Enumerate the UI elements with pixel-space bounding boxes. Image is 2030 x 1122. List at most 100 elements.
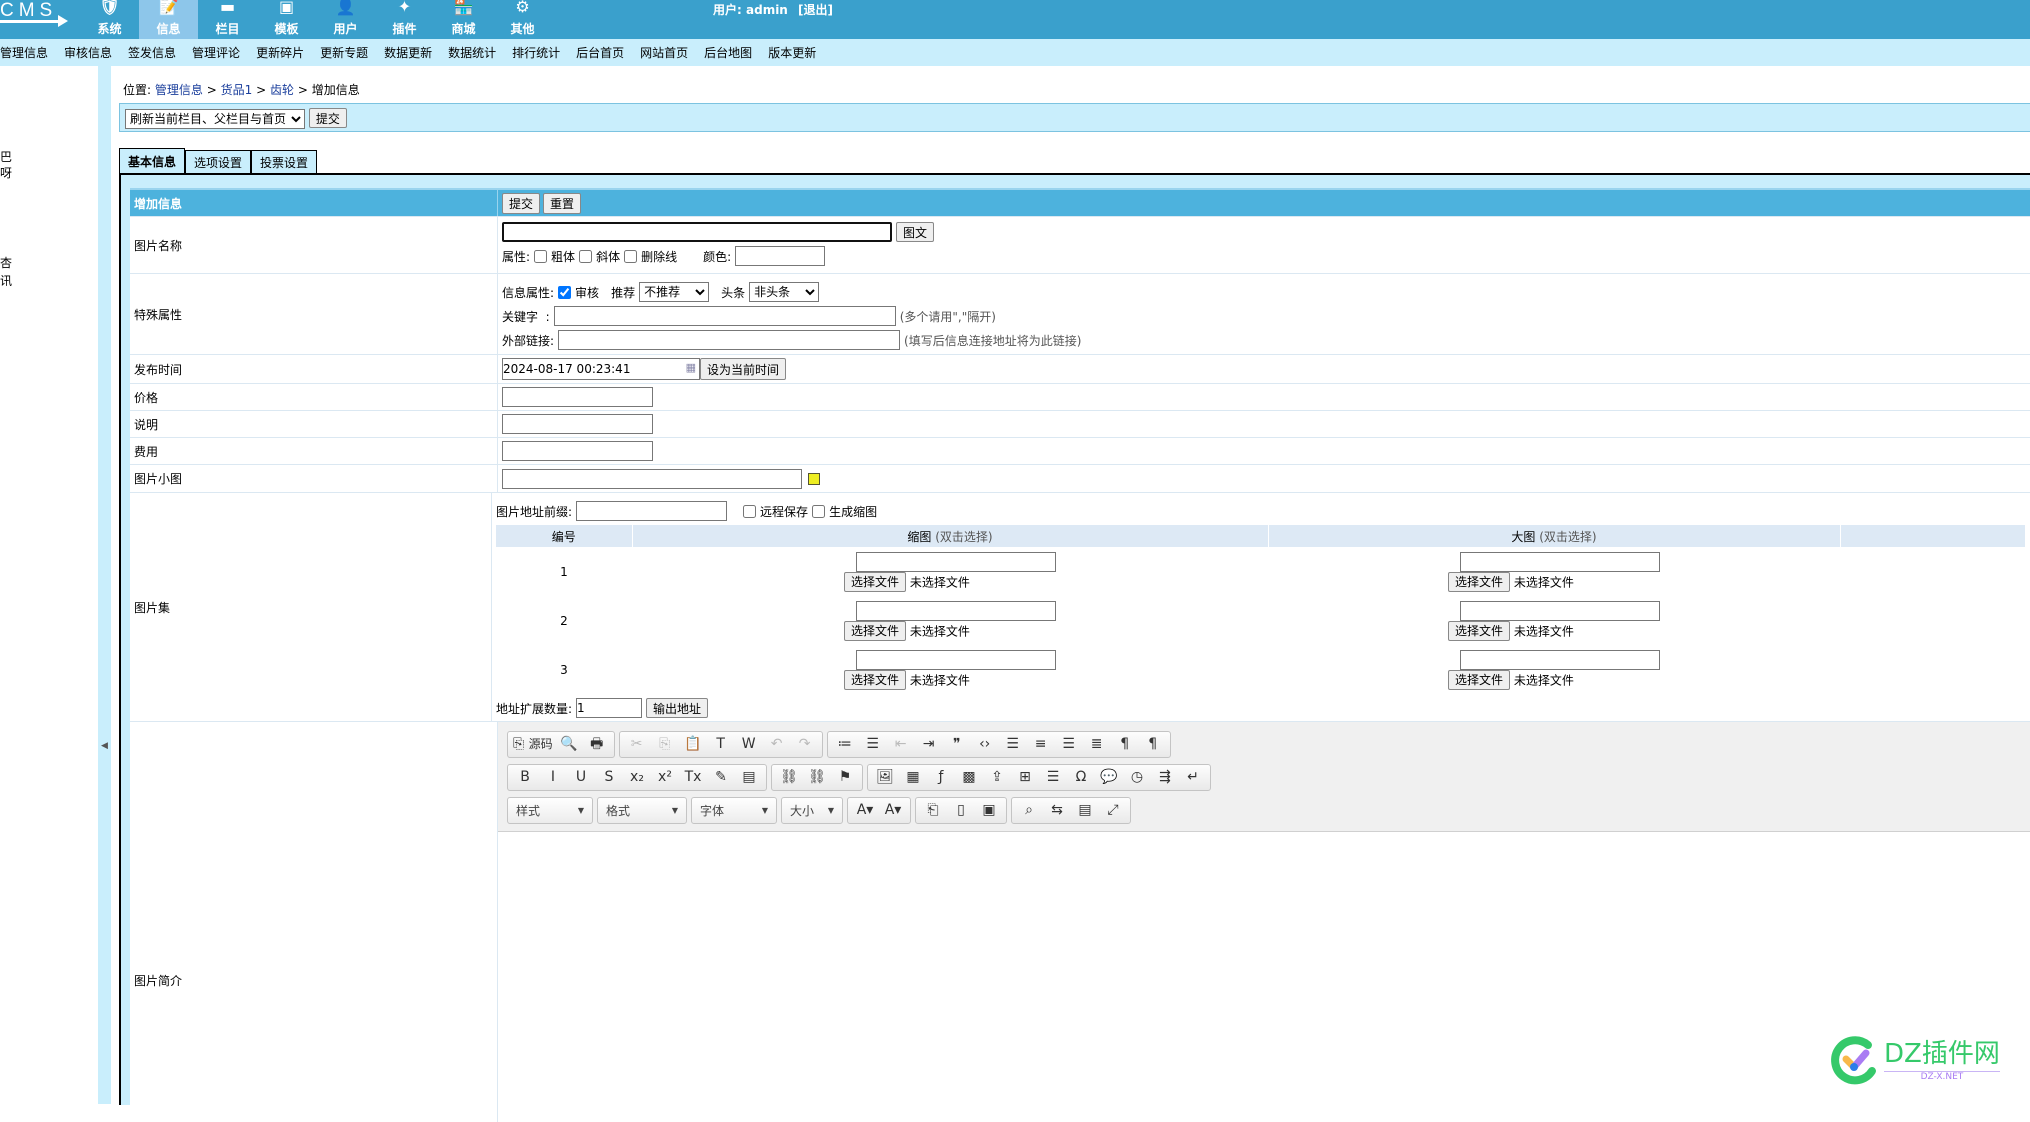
italic-button[interactable]: I <box>539 765 567 790</box>
thumb-input[interactable] <box>502 468 802 489</box>
upload-button[interactable]: ⇪ <box>983 765 1011 790</box>
image-button[interactable]: 🖼 <box>871 765 899 790</box>
output-address-button[interactable]: 输出地址 <box>646 698 709 718</box>
submit-button[interactable]: 提交 <box>502 193 541 214</box>
sidebar-item[interactable]: 讯 <box>0 272 12 289</box>
page-break-button[interactable]: ⎗ <box>919 798 947 823</box>
sidebar-item[interactable]: 呀 <box>0 164 12 181</box>
text-color-button[interactable]: A▾ <box>851 798 879 823</box>
undo-button[interactable]: ↶ <box>763 732 791 757</box>
gallery-big-input[interactable] <box>1460 649 1660 670</box>
ext-count-input[interactable] <box>576 698 643 718</box>
nav-item[interactable]: 🏪 商城 <box>434 0 493 39</box>
media-button[interactable]: ▩ <box>955 765 983 790</box>
subscript-button[interactable]: x₂ <box>623 765 651 790</box>
gallery-big-input[interactable] <box>1460 600 1660 621</box>
gallery-thumb-input[interactable] <box>856 649 1056 670</box>
choose-file-button[interactable]: 选择文件 <box>1448 669 1511 690</box>
calendar-icon[interactable]: ▦ <box>686 361 696 374</box>
breadcrumb-link[interactable]: 齿轮 <box>270 83 294 97</box>
anchor-button[interactable]: ⚑ <box>831 765 859 790</box>
bullet-list-button[interactable]: ☰ <box>859 732 887 757</box>
cut-button[interactable]: ✂ <box>623 732 651 757</box>
subnav-item[interactable]: 管理评论 <box>192 44 240 61</box>
replace-button[interactable]: ⇆ <box>1043 798 1071 823</box>
collapse-arrow-icon[interactable]: ◀ <box>101 741 108 751</box>
remote-save-checkbox[interactable] <box>743 504 757 518</box>
clock-button[interactable]: ◷ <box>1123 765 1151 790</box>
sidebar-item[interactable]: 杏 <box>0 254 12 271</box>
choose-file-button[interactable]: 选择文件 <box>844 669 907 690</box>
bold-checkbox[interactable] <box>534 249 548 263</box>
link-button[interactable]: ⛓ <box>775 765 803 790</box>
ltr-button[interactable]: ¶ <box>1111 732 1139 757</box>
combo-0[interactable]: 样式 ▼ <box>507 797 593 824</box>
tab-vote[interactable]: 投票设置 <box>251 150 318 173</box>
choose-file-button[interactable]: 选择文件 <box>1448 620 1511 641</box>
omega-button[interactable]: Ω <box>1067 765 1095 790</box>
color-input[interactable] <box>735 246 826 266</box>
calendar-button[interactable]: ▦ <box>899 765 927 790</box>
subnav-item[interactable]: 后台首页 <box>576 44 624 61</box>
subnav-item[interactable]: 版本更新 <box>768 44 816 61</box>
choose-file-button[interactable]: 选择文件 <box>844 571 907 592</box>
source-button[interactable]: ⎘ 源码 <box>511 732 555 757</box>
bg-color-button[interactable]: A▾ <box>879 798 907 823</box>
gallery-thumb-input[interactable] <box>856 551 1056 572</box>
strike-button[interactable]: S <box>595 765 623 790</box>
preview-button[interactable]: 🔍 <box>555 732 583 757</box>
subnav-item[interactable]: 排行统计 <box>512 44 560 61</box>
blockquote-button[interactable]: ❞ <box>943 732 971 757</box>
unlink-button[interactable]: ⛓ <box>803 765 831 790</box>
prefix-input[interactable] <box>576 501 728 521</box>
hr-button[interactable]: ☰ <box>1039 765 1067 790</box>
refresh-submit-button[interactable]: 提交 <box>308 108 347 128</box>
combo-2[interactable]: 字体 ▼ <box>691 797 777 824</box>
nav-item[interactable]: ⚙ 其他 <box>493 0 552 39</box>
paste-from-button[interactable]: ▤ <box>735 765 763 790</box>
refresh-select[interactable]: 刷新当前栏目、父栏目与首页 <box>125 108 305 129</box>
remove-format-button[interactable]: Tx <box>679 765 707 790</box>
rtl-button[interactable]: ¶ <box>1139 732 1167 757</box>
template-button[interactable]: ▣ <box>975 798 1003 823</box>
subnav-item[interactable]: 数据统计 <box>448 44 496 61</box>
ordered-list-button[interactable]: ≔ <box>831 732 859 757</box>
select-all-button[interactable]: ▤ <box>1071 798 1099 823</box>
nav-item[interactable]: ▣ 模板 <box>257 0 316 39</box>
breadcrumb-link[interactable]: 货品1 <box>221 83 253 97</box>
gallery-big-input[interactable] <box>1460 551 1660 572</box>
indent-button[interactable]: ⇥ <box>915 732 943 757</box>
combo-1[interactable]: 格式 ▼ <box>597 797 687 824</box>
external-link-input[interactable] <box>558 330 901 350</box>
fee-input[interactable] <box>502 441 653 461</box>
find-button[interactable]: ⌕ <box>1015 798 1043 823</box>
subnav-item[interactable]: 签发信息 <box>128 44 176 61</box>
recommend-select[interactable]: 不推荐 <box>639 282 710 302</box>
nav-item[interactable]: ✦ 插件 <box>375 0 434 39</box>
paste-button[interactable]: 📋 <box>679 732 707 757</box>
tab-basic[interactable]: 基本信息 <box>119 148 186 173</box>
subnav-item[interactable]: 后台地图 <box>704 44 752 61</box>
sidebar-item[interactable]: 巴 <box>0 148 12 165</box>
italic-checkbox[interactable] <box>579 249 593 263</box>
subnav-item[interactable]: 网站首页 <box>640 44 688 61</box>
choose-file-button[interactable]: 选择文件 <box>844 620 907 641</box>
maximize-button[interactable]: ⤢ <box>1099 798 1127 823</box>
copy-button[interactable]: ⎘ <box>651 732 679 757</box>
align-left-button[interactable]: ☰ <box>999 732 1027 757</box>
title-image-button[interactable]: 图文 <box>896 222 935 242</box>
subnav-item[interactable]: 管理信息 <box>0 44 48 61</box>
bubble-button[interactable]: 💬 <box>1095 765 1123 790</box>
paste-word-button[interactable]: W <box>735 732 763 757</box>
tab-options[interactable]: 选项设置 <box>185 150 252 173</box>
align-right-button[interactable]: ☰ <box>1055 732 1083 757</box>
superscript-button[interactable]: x² <box>651 765 679 790</box>
reset-button[interactable]: 重置 <box>543 193 582 214</box>
gallery-thumb-input[interactable] <box>856 600 1056 621</box>
copy-format-button[interactable]: ✎ <box>707 765 735 790</box>
breadcrumb-link[interactable]: 管理信息 <box>155 83 203 97</box>
title-input[interactable] <box>502 222 892 242</box>
sidebar-toggle[interactable]: ◀ <box>98 66 111 1104</box>
bold-button[interactable]: B <box>511 765 539 790</box>
nav-item[interactable]: 📝 信息 <box>139 0 198 39</box>
